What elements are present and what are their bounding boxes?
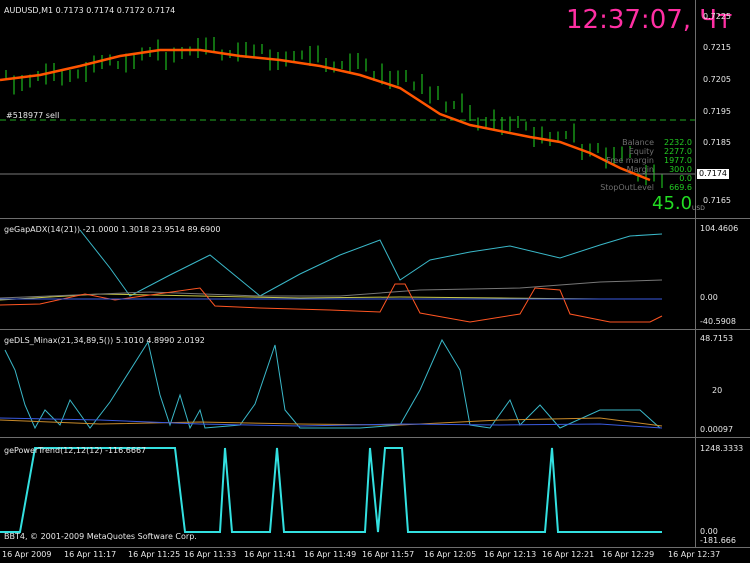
current-price-tag: 0.7174 bbox=[697, 169, 729, 179]
dls-cyan-line bbox=[4, 338, 661, 430]
symbol-title: AUDUSD,M1 0.7173 0.7174 0.7172 0.7174 bbox=[4, 6, 176, 15]
time-tick: 16 Apr 11:41 bbox=[244, 550, 297, 559]
account-row: StopOutLevel 669.6 bbox=[600, 183, 692, 192]
order-label[interactable]: #518977 sell bbox=[6, 111, 59, 120]
account-label: Balance bbox=[622, 138, 654, 147]
account-row: Balance 2232.0 bbox=[622, 138, 692, 147]
account-row: Margin 300.0 bbox=[627, 165, 692, 174]
time-tick: 16 Apr 11:17 bbox=[64, 550, 117, 559]
dls-tick: 20 bbox=[712, 386, 723, 395]
account-label: Free margin bbox=[606, 156, 654, 165]
account-value: 1977.0 bbox=[664, 156, 692, 165]
account-value: 300.0 bbox=[669, 165, 692, 174]
account-label: Equity bbox=[628, 147, 654, 156]
chart-window[interactable]: AUDUSD,M1 0.7173 0.7174 0.7172 0.7174 #5… bbox=[0, 0, 750, 563]
dls-tick: 0.00097 bbox=[700, 425, 734, 434]
time-tick: 16 Apr 12:21 bbox=[542, 550, 595, 559]
account-row: 0.0 bbox=[654, 174, 692, 183]
price-tick: 0.7195 bbox=[703, 107, 731, 116]
profit-value: 45.0 bbox=[652, 193, 693, 214]
powertrend-tick: -181.666 bbox=[700, 536, 736, 545]
time-tick: 16 Apr 12:29 bbox=[602, 550, 655, 559]
gapadx-tick: 0.00 bbox=[700, 293, 718, 302]
gapadx-tick: 104.4606 bbox=[700, 224, 739, 233]
time-tick: 16 Apr 11:49 bbox=[304, 550, 357, 559]
copyright: BBT4, © 2001-2009 MetaQuotes Software Co… bbox=[4, 532, 197, 541]
time-tick: 16 Apr 11:33 bbox=[184, 550, 237, 559]
time-tick: 16 Apr 12:13 bbox=[484, 550, 537, 559]
time-tick: 16 Apr 12:37 bbox=[668, 550, 721, 559]
price-tick: 0.7185 bbox=[703, 138, 731, 147]
time-tick: 16 Apr 2009 bbox=[2, 550, 52, 559]
powertrend-line bbox=[0, 447, 662, 533]
time-tick: 16 Apr 12:05 bbox=[424, 550, 477, 559]
account-value: 669.6 bbox=[669, 183, 692, 192]
price-tick: 0.7205 bbox=[703, 75, 731, 84]
price-tick: 0.7165 bbox=[703, 196, 731, 205]
gapadx-tick: -40.5908 bbox=[700, 317, 736, 326]
account-value: 0.0 bbox=[679, 174, 692, 183]
indicator-lines-svg bbox=[0, 229, 663, 533]
currency-label: USD bbox=[692, 205, 705, 212]
price-tick: 0.7215 bbox=[703, 43, 731, 52]
dls-title: geDLS_Minax(21,34,89,5()) 5.1010 4.8990 … bbox=[4, 336, 205, 345]
account-row: Equity 2277.0 bbox=[629, 147, 692, 156]
account-row: Free margin 1977.0 bbox=[606, 156, 692, 165]
dls-tick: 48.7153 bbox=[700, 334, 734, 343]
gapadx-title: geGapADX(14(21)) -21.0000 1.3018 23.9514… bbox=[4, 225, 221, 234]
account-label: Margin bbox=[626, 165, 654, 174]
price-tick: 0.7225 bbox=[703, 12, 731, 21]
time-tick: 16 Apr 11:25 bbox=[128, 550, 181, 559]
account-value: 2277.0 bbox=[664, 147, 692, 156]
adx-cyan-line bbox=[79, 229, 663, 297]
time-tick: 16 Apr 11:57 bbox=[362, 550, 415, 559]
adx-orange-line bbox=[0, 283, 663, 323]
account-label: StopOutLevel bbox=[600, 183, 654, 192]
powertrend-title: gePowerTrend(12,12(12) -116.6667 bbox=[4, 446, 147, 455]
account-value: 2232.0 bbox=[664, 138, 692, 147]
powertrend-tick: 0.00 bbox=[700, 527, 718, 536]
powertrend-tick: 1248.3333 bbox=[700, 444, 744, 453]
